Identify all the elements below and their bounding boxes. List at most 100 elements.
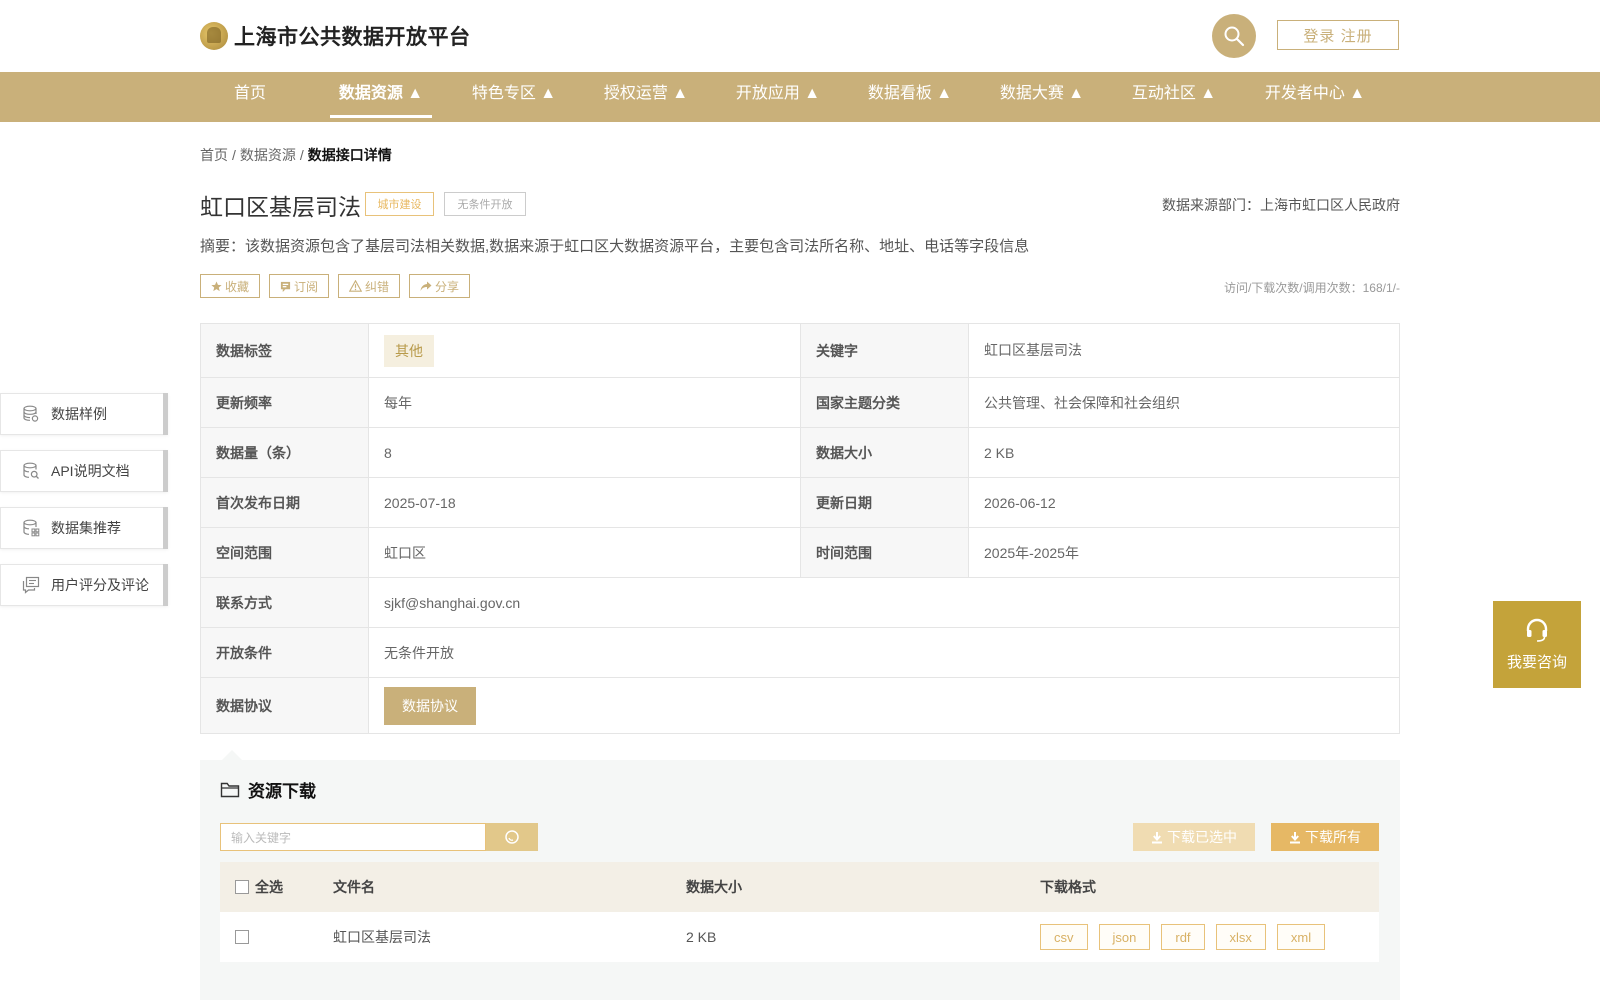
breadcrumb-current: 数据接口详情 — [307, 147, 392, 163]
select-all-label: 全选 — [255, 879, 283, 895]
nav-featured[interactable]: 特色专区 ▲ — [470, 72, 558, 122]
data-tag-chip[interactable]: 其他 — [384, 334, 434, 367]
share-icon — [420, 281, 432, 291]
search-icon — [1224, 26, 1245, 47]
nav-developer[interactable]: 开发者中心 ▲ — [1263, 72, 1367, 122]
download-selected-label: 下载已选中 — [1167, 829, 1237, 845]
time-scope-value: 2025年-2025年 — [984, 544, 1079, 561]
file-name: 虹口区基层司法 — [333, 929, 431, 945]
page-title: 虹口区基层司法 — [200, 194, 361, 220]
col-filename: 文件名 — [333, 879, 375, 895]
subscribe-icon — [280, 281, 291, 292]
access-stats: 访问/下载次数/调用次数：168/1/- — [1223, 281, 1400, 295]
search-icon — [505, 830, 519, 844]
select-all-checkbox[interactable] — [235, 880, 249, 894]
nav-data-resources[interactable]: 数据资源 ▲ — [330, 72, 432, 122]
format-json-button[interactable]: json — [1098, 924, 1151, 950]
favorite-button[interactable]: 收藏 — [200, 274, 261, 298]
page: 上海市公共数据开放平台 登录 注册 首页 数据资源 ▲ 特色专区 ▲ 授权运营 … — [0, 0, 1600, 1000]
download-icon — [1152, 831, 1162, 843]
update-frequency-value: 每年 — [369, 378, 801, 427]
national-theme-label: 国家主题分类 — [801, 378, 969, 427]
info-row: 数据标签 其他 关键字 虹口区基层司法 — [201, 324, 1399, 378]
warning-icon — [349, 280, 363, 292]
spatial-scope-value: 虹口区 — [369, 528, 801, 577]
contact-label: 联系方式 — [201, 578, 369, 627]
header: 上海市公共数据开放平台 登录 注册 — [0, 0, 1600, 72]
format-xlsx-button[interactable]: xlsx — [1215, 924, 1266, 950]
info-row: 数据协议 数据协议 — [201, 678, 1399, 734]
format-xml-button[interactable]: xml — [1276, 924, 1326, 950]
headset-icon — [1526, 618, 1548, 642]
share-button[interactable]: 分享 — [409, 274, 471, 298]
download-selected-button[interactable]: 下载已选中 — [1133, 823, 1255, 851]
download-all-label: 下载所有 — [1305, 829, 1361, 845]
open-condition-label: 开放条件 — [201, 628, 369, 677]
star-icon — [211, 280, 222, 291]
share-label: 分享 — [435, 279, 460, 294]
update-date-value: 2026-06-12 — [984, 494, 1056, 511]
select-all-cell: 全选 — [220, 877, 333, 897]
spatial-scope-label: 空间范围 — [201, 528, 369, 577]
side-item-dataset-recommend[interactable]: 数据集推荐 — [0, 507, 168, 549]
side-item-ratings-comments[interactable]: 用户评分及评论 — [0, 564, 168, 606]
consult-label: 我要咨询 — [1506, 654, 1567, 671]
side-item-label: 用户评分及评论 — [51, 577, 149, 593]
login-register-button[interactable]: 登录 注册 — [1277, 20, 1399, 50]
first-publish-value: 2025-07-18 — [369, 478, 801, 527]
nav-home[interactable]: 首页 — [228, 72, 272, 122]
nav-open-apps[interactable]: 开放应用 ▲ — [734, 72, 822, 122]
protocol-value: 数据协议 — [369, 678, 1399, 733]
col-format: 下载格式 — [1040, 879, 1096, 895]
info-row: 联系方式 sjkf@shanghai.gov.cn — [201, 578, 1399, 628]
format-csv-button[interactable]: csv — [1040, 924, 1088, 950]
consult-button[interactable]: 我要咨询 — [1493, 601, 1581, 688]
side-item-label: 数据样例 — [51, 406, 107, 422]
format-rdf-button[interactable]: rdf — [1161, 924, 1205, 950]
breadcrumb-data-resources[interactable]: 数据资源 — [240, 147, 296, 163]
info-row: 首次发布日期 2025-07-18 更新日期 2026-06-12 — [201, 478, 1399, 528]
logo-emblem-icon — [200, 22, 228, 50]
row-select-cell — [220, 930, 333, 944]
data-protocol-button[interactable]: 数据协议 — [384, 686, 476, 725]
dataset-icon — [21, 518, 41, 538]
nav-dashboard[interactable]: 数据看板 ▲ — [866, 72, 954, 122]
side-menu: 数据样例 API说明文档 数据集推荐 用户评分及评论 — [0, 393, 168, 621]
favorite-label: 收藏 — [225, 279, 250, 294]
breadcrumb-separator: / — [299, 147, 304, 163]
report-error-label: 纠错 — [365, 279, 390, 294]
resource-download-header: 资源下载 — [220, 777, 316, 802]
update-date-label: 更新日期 — [801, 478, 969, 527]
site-logo[interactable]: 上海市公共数据开放平台 — [200, 20, 471, 52]
main-nav: 首页 数据资源 ▲ 特色专区 ▲ 授权运营 ▲ 开放应用 ▲ 数据看板 ▲ 数据… — [0, 72, 1600, 122]
file-table: 全选 文件名 数据大小 下载格式 虹口区基层司法 2 KB csv json r… — [220, 862, 1379, 962]
table-header: 全选 文件名 数据大小 下载格式 — [220, 862, 1379, 912]
info-table: 数据标签 其他 关键字 虹口区基层司法 更新频率 每年 国家主题分类 公共管理、… — [200, 323, 1400, 734]
row-checkbox[interactable] — [235, 930, 249, 944]
side-item-data-sample[interactable]: 数据样例 — [0, 393, 168, 435]
download-all-button[interactable]: 下载所有 — [1271, 823, 1379, 851]
subscribe-button[interactable]: 订阅 — [269, 274, 330, 298]
info-row: 开放条件 无条件开放 — [201, 628, 1399, 678]
nav-competition[interactable]: 数据大赛 ▲ — [998, 72, 1086, 122]
subscribe-label: 订阅 — [294, 279, 319, 294]
search-button[interactable] — [1212, 14, 1256, 58]
download-icon — [1290, 831, 1300, 843]
nav-authorized-ops[interactable]: 授权运营 ▲ — [602, 72, 690, 122]
keyword-search-input[interactable]: 输入关键字 — [220, 823, 486, 851]
record-count-value: 8 — [369, 428, 801, 477]
resource-download-title: 资源下载 — [248, 782, 316, 801]
keyword-search-button[interactable] — [486, 823, 538, 851]
comment-icon — [21, 575, 41, 595]
doc-search-icon — [21, 461, 41, 481]
nav-community[interactable]: 互动社区 ▲ — [1130, 72, 1218, 122]
action-bar: 收藏 订阅 纠错 分享 — [200, 274, 471, 298]
breadcrumb-separator: / — [232, 147, 236, 163]
breadcrumb-home[interactable]: 首页 — [200, 147, 228, 163]
report-error-button[interactable]: 纠错 — [338, 274, 401, 298]
time-scope-label: 时间范围 — [801, 528, 969, 577]
data-tag-label: 数据标签 — [201, 324, 369, 377]
first-publish-label: 首次发布日期 — [201, 478, 369, 527]
database-icon — [21, 404, 41, 424]
side-item-api-docs[interactable]: API说明文档 — [0, 450, 168, 492]
